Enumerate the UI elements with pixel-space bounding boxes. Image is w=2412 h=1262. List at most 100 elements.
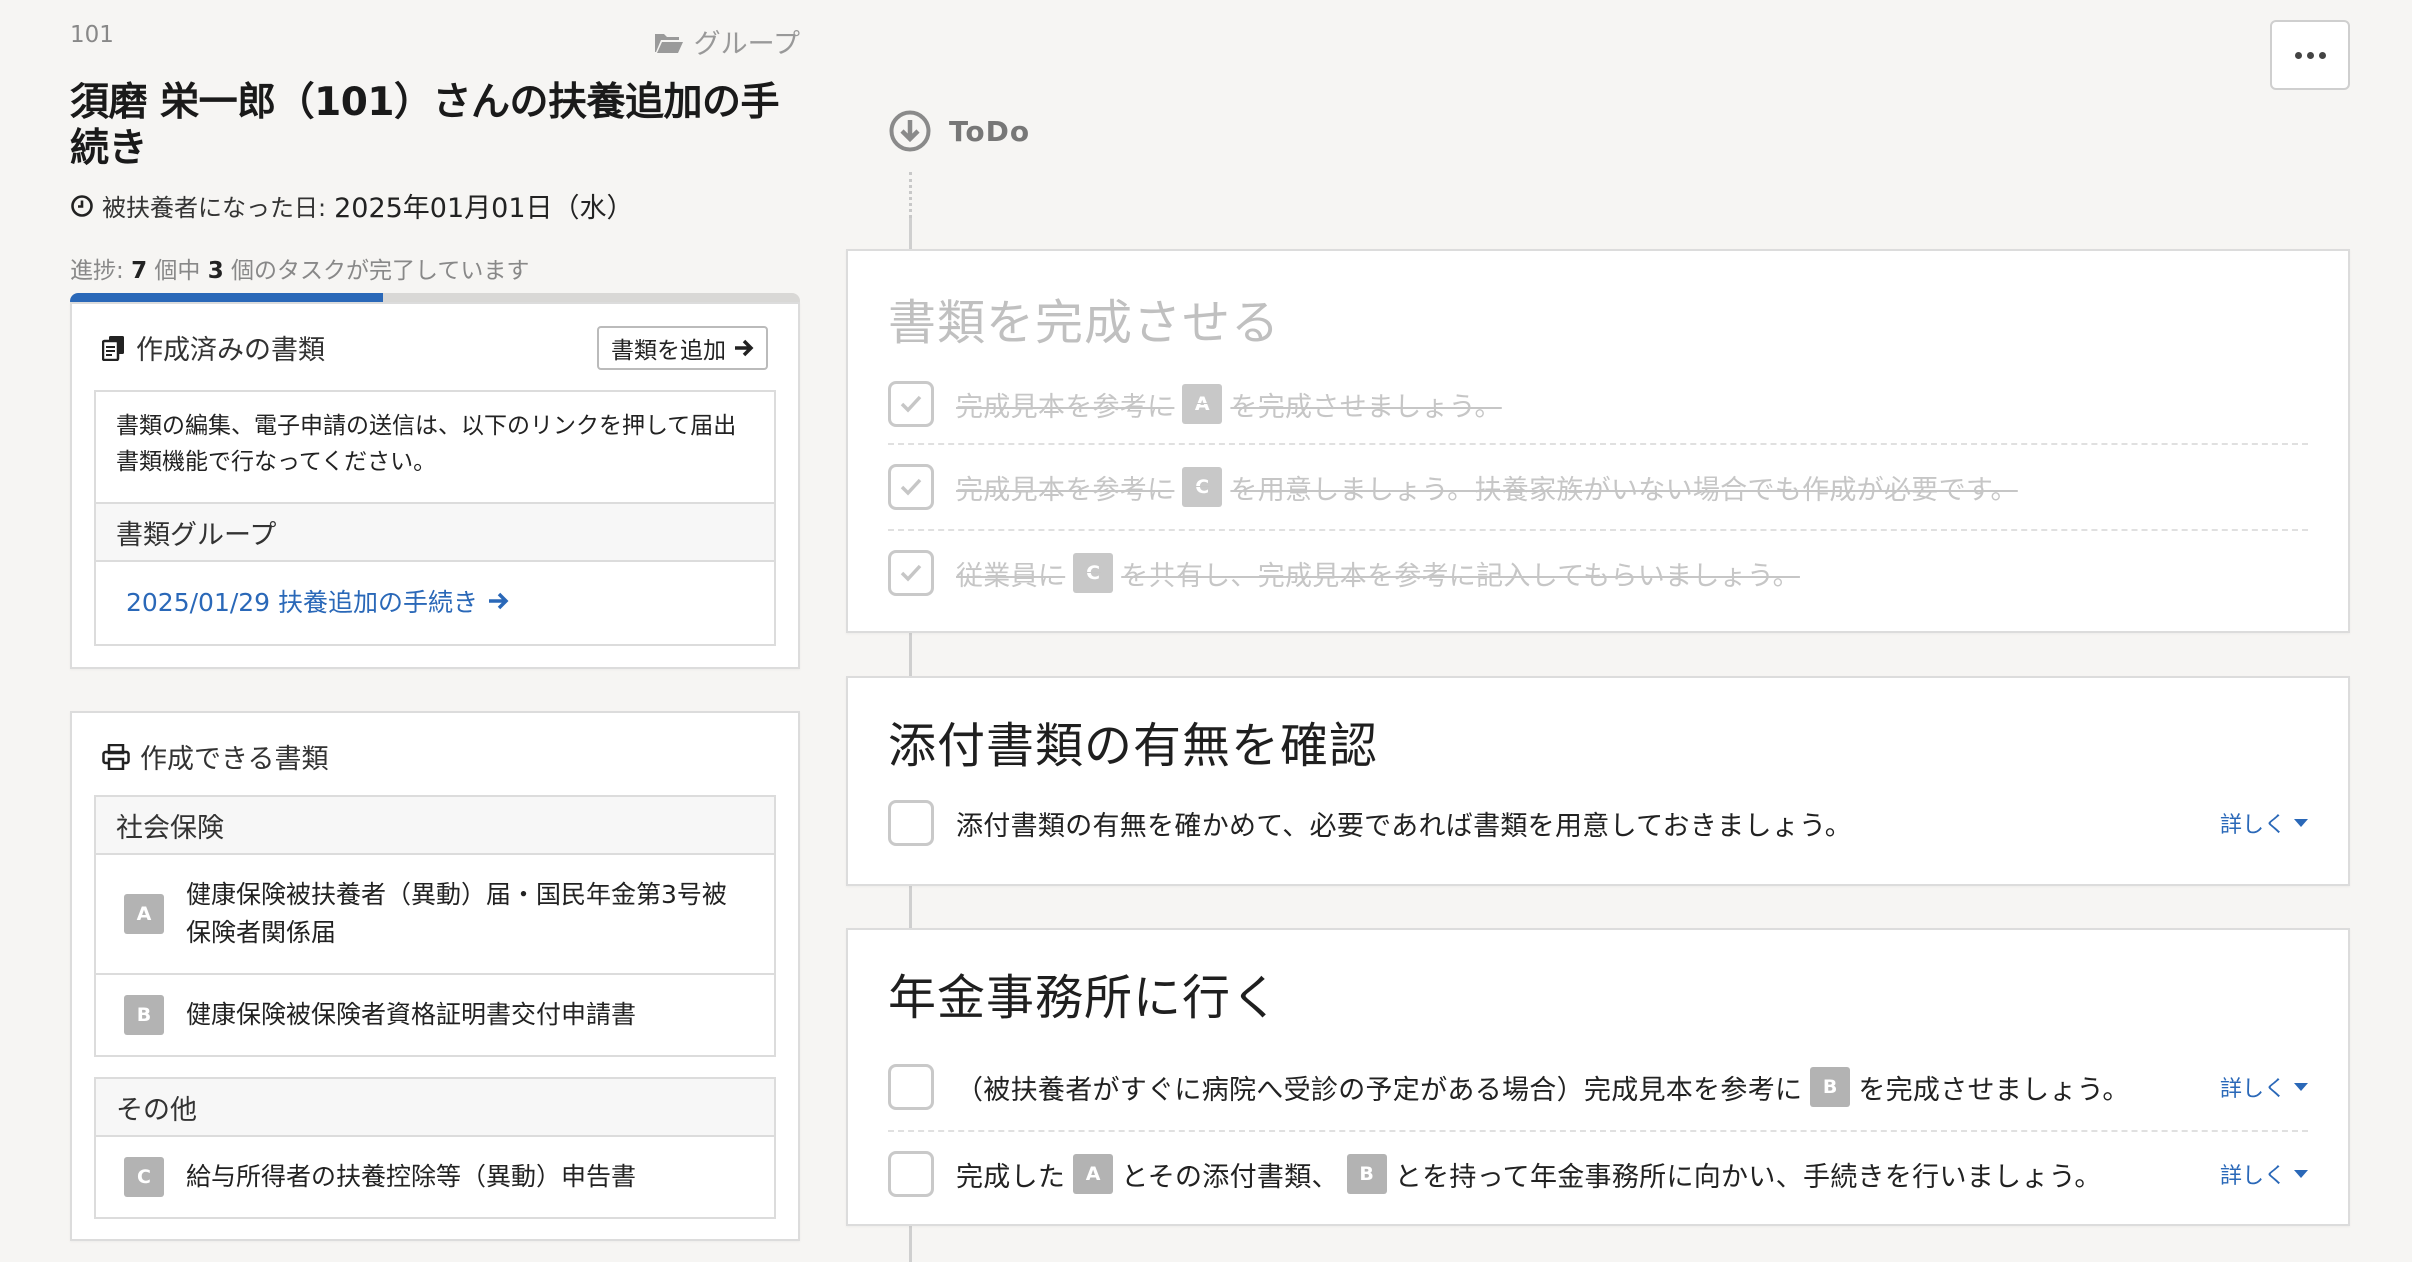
task-checkbox[interactable] — [888, 800, 934, 846]
check-icon — [900, 395, 922, 413]
task-item: 完成した A とその添付書類、 B とを持って年金事務所に向かい、手続きを行いま… — [888, 1130, 2308, 1216]
arrow-circle-down-icon — [889, 110, 931, 152]
progress-mid: 個中 — [154, 258, 201, 284]
card-title: 年金事務所に行く — [888, 970, 1281, 1026]
task-text-part: 完成見本を参考に — [956, 474, 1175, 506]
task-text-part: を用意しましょう。扶養家族がいない場合でも作成が必要です。 — [1230, 474, 2018, 506]
page-title: 須磨 栄一郎（101）さんの扶養追加の手続き — [70, 80, 780, 171]
more-dot — [2294, 51, 2302, 59]
task-text-part: 完成見本を参考に — [956, 391, 1175, 423]
details-toggle[interactable]: 詳しく — [2220, 1071, 2308, 1103]
check-icon — [900, 478, 922, 496]
date-label: 被扶養者になった日: — [102, 194, 327, 222]
document-item[interactable]: C 給与所得者の扶養控除等（異動）申告書 — [96, 1137, 774, 1217]
task-item: （被扶養者がすぐに病院へ受診の予定がある場合）完成見本を参考に B を完成させま… — [888, 1044, 2308, 1130]
progress-text: 進捗: 7 個中 3 個のタスクが完了しています — [70, 251, 800, 285]
caret-down-icon — [2294, 1083, 2308, 1091]
document-item[interactable]: B 健康保険被保険者資格証明書交付申請書 — [96, 975, 774, 1055]
document-badge: C — [1182, 467, 1223, 507]
task-text-part: を完成させましょう。 — [1230, 391, 1502, 423]
task-card-pension-office: 年金事務所に行く （被扶養者がすぐに病院へ受診の予定がある場合）完成見本を参考に… — [846, 928, 2350, 1226]
edit-instructions: 書類の編集、電子申請の送信は、以下のリンクを押して届出書類機能で行なってください… — [96, 392, 774, 504]
progress-done: 3 — [207, 258, 224, 284]
task-text: 完成した A とその添付書類、 B とを持って年金事務所に向かい、手続きを行いま… — [956, 1154, 2102, 1194]
document-badge: A — [1182, 384, 1223, 424]
document-badge: A — [1073, 1154, 1114, 1194]
add-document-button[interactable]: 書類を追加 — [597, 326, 768, 370]
section-header: 社会保険 — [96, 797, 774, 855]
more-dot — [2318, 51, 2326, 59]
task-text-part: （被扶養者がすぐに病院へ受診の予定がある場合）完成見本を参考に — [956, 1074, 1803, 1106]
created-documents-panel: 作成済みの書類 書類を追加 書類の編集、電子申請の送信は、以下のリンクを押して届… — [70, 302, 800, 669]
task-item: 従業員に C を共有し、完成見本を参考に記入してもらいましょう。 — [888, 529, 2308, 615]
task-text-part: 完成した — [956, 1161, 1066, 1193]
created-documents-box: 書類の編集、電子申請の送信は、以下のリンクを押して届出書類機能で行なってください… — [94, 390, 776, 646]
card-title: 添付書類の有無を確認 — [888, 718, 1379, 774]
task-checkbox[interactable] — [888, 550, 934, 596]
dependent-date: 被扶養者になった日: 2025年01月01日（水） — [70, 186, 800, 225]
task-text: 従業員に C を共有し、完成見本を参考に記入してもらいましょう。 — [956, 553, 1800, 593]
clock-icon — [71, 194, 93, 217]
creatable-documents-header: 作成できる書類 — [102, 737, 328, 776]
details-label: 詳しく — [2219, 1164, 2286, 1189]
check-icon — [900, 564, 922, 582]
document-badge: B — [1810, 1067, 1851, 1107]
add-document-label: 書類を追加 — [611, 338, 726, 364]
folder-open-icon — [654, 33, 683, 53]
progress-prefix: 進捗: — [70, 258, 124, 284]
task-item: 完成見本を参考に A を完成させましょう。 — [888, 361, 2308, 447]
document-badge: A — [124, 894, 164, 934]
task-checkbox[interactable] — [888, 1064, 934, 1110]
task-item: 完成見本を参考に C を用意しましょう。扶養家族がいない場合でも作成が必要です。 — [888, 443, 2308, 529]
task-text-part: 従業員に — [956, 560, 1066, 592]
task-item: 添付書類の有無を確かめて、必要であれば書類を用意しておきましょう。 詳しく — [888, 780, 2308, 866]
document-group-link[interactable]: 2025/01/29 扶養追加の手続き — [96, 562, 774, 640]
creatable-documents-title: 作成できる書類 — [140, 744, 329, 775]
group-link[interactable]: グループ — [654, 22, 800, 61]
details-toggle[interactable]: 詳しく — [2220, 807, 2308, 839]
task-checkbox[interactable] — [888, 381, 934, 427]
document-badge: B — [1346, 1154, 1387, 1194]
document-group-header: 書類グループ — [96, 504, 774, 562]
document-label: 給与所得者の扶養控除等（異動）申告書 — [186, 1162, 637, 1191]
task-card-complete-documents: 書類を完成させる 完成見本を参考に A を完成させましょう。 完成見本を参考に … — [846, 249, 2350, 633]
task-checkbox[interactable] — [888, 1151, 934, 1197]
date-value: 2025年01月01日（水） — [334, 193, 634, 224]
section-header: その他 — [96, 1079, 774, 1137]
progress-suffix: 個のタスクが完了しています — [231, 258, 530, 284]
copy-icon — [102, 335, 124, 361]
left-column: 101 グループ 須磨 栄一郎（101）さんの扶養追加の手続き 被扶養者になった… — [70, 22, 800, 309]
section-other: その他 C 給与所得者の扶養控除等（異動）申告書 — [94, 1077, 776, 1219]
document-badge: B — [124, 995, 164, 1035]
task-text: （被扶養者がすぐに病院へ受診の予定がある場合）完成見本を参考に B を完成させま… — [956, 1067, 2130, 1107]
caret-down-icon — [2294, 819, 2308, 827]
task-text-part: 添付書類の有無を確かめて、必要であれば書類を用意しておきましょう。 — [956, 810, 1853, 842]
document-badge: C — [124, 1157, 164, 1197]
task-text: 添付書類の有無を確かめて、必要であれば書類を用意しておきましょう。 — [956, 804, 1852, 843]
document-label: 健康保険被保険者資格証明書交付申請書 — [186, 1000, 637, 1029]
task-checkbox[interactable] — [888, 464, 934, 510]
task-text-part: とその添付書類、 — [1121, 1161, 1339, 1193]
task-text-part: を完成させましょう。 — [1858, 1074, 2130, 1106]
details-label: 詳しく — [2219, 1077, 2286, 1102]
arrow-right-icon — [735, 339, 754, 357]
task-text: 完成見本を参考に C を用意しましょう。扶養家族がいない場合でも作成が必要です。 — [956, 467, 2018, 507]
more-options-button[interactable] — [2270, 20, 2350, 90]
details-toggle[interactable]: 詳しく — [2220, 1158, 2308, 1190]
task-text-part: を共有し、完成見本を参考に記入してもらいましょう。 — [1121, 560, 1800, 592]
card-title: 書類を完成させる — [888, 295, 1281, 351]
todo-header: ToDo — [889, 110, 1030, 152]
timeline-dotted-line — [909, 172, 912, 218]
todo-label: ToDo — [949, 114, 1031, 148]
caret-down-icon — [2294, 1170, 2308, 1178]
task-card-attachments: 添付書類の有無を確認 添付書類の有無を確かめて、必要であれば書類を用意しておきま… — [846, 676, 2350, 886]
group-label: グループ — [693, 29, 800, 60]
document-label: 健康保険被扶養者（異動）届・国民年金第3号被保険者関係届 — [186, 880, 727, 947]
document-item[interactable]: A 健康保険被扶養者（異動）届・国民年金第3号被保険者関係届 — [96, 855, 774, 975]
task-text: 完成見本を参考に A を完成させましょう。 — [956, 384, 1502, 424]
print-icon — [102, 743, 130, 770]
task-text-part: とを持って年金事務所に向かい、手続きを行いましょう。 — [1394, 1161, 2102, 1193]
document-badge: C — [1073, 553, 1114, 593]
progress-total: 7 — [131, 258, 148, 284]
arrow-right-icon — [489, 592, 509, 610]
